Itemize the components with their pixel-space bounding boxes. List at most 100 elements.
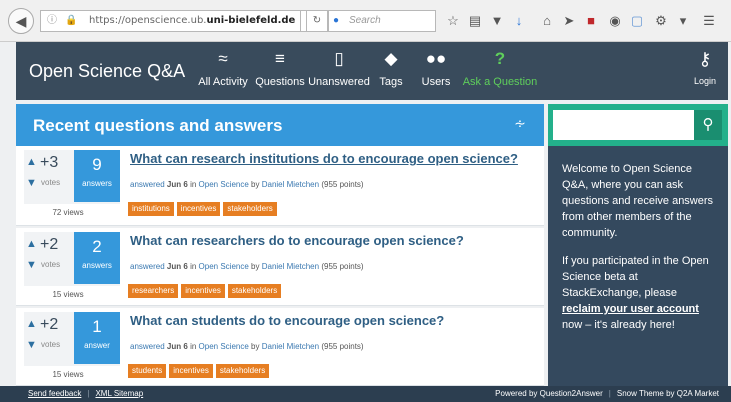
site-footer: Send feedback | XML Sitemap Powered by Que… bbox=[0, 386, 731, 402]
question-meta: answered Jun 6 in Open Science by Daniel… bbox=[130, 180, 364, 189]
browser-toolbar: ◀ ⓘ 🔒 https://openscience.ub.uni-bielefe… bbox=[0, 0, 731, 42]
vote-up-icon[interactable]: ▲ bbox=[26, 156, 37, 168]
chevron-down-icon[interactable]: ▾ bbox=[674, 13, 692, 29]
login-button[interactable]: ⚷ Login bbox=[694, 48, 716, 86]
site-logo[interactable]: Open Science Q&A bbox=[29, 61, 185, 82]
meta-action-link[interactable]: answered bbox=[130, 180, 165, 189]
send-icon[interactable]: ➤ bbox=[560, 13, 578, 29]
notes-icon[interactable]: ▢ bbox=[628, 13, 646, 29]
meta-user-link[interactable]: Daniel Mietchen bbox=[262, 262, 319, 271]
chat-bubble-icon[interactable]: ◉ bbox=[606, 13, 624, 29]
meta-by: by bbox=[251, 342, 260, 351]
tag[interactable]: incentives bbox=[181, 284, 225, 298]
meta-points: (955 points) bbox=[321, 180, 364, 189]
meta-category-link[interactable]: Open Science bbox=[199, 262, 249, 271]
browser-search-input[interactable]: ● Search bbox=[328, 10, 436, 32]
site-search-input[interactable] bbox=[553, 110, 695, 140]
tag[interactable]: stakeholders bbox=[215, 364, 270, 378]
question-title-link[interactable]: What can researchers do to encourage ope… bbox=[130, 233, 464, 248]
question-title-link[interactable]: What can research institutions do to enc… bbox=[130, 151, 518, 166]
beta-text-end: now – it's already here! bbox=[562, 319, 675, 331]
tag[interactable]: incentives bbox=[176, 202, 221, 216]
menu-icon[interactable]: ☰ bbox=[700, 13, 718, 29]
chat-icon: ▯ bbox=[334, 49, 344, 68]
meta-user-link[interactable]: Daniel Mietchen bbox=[262, 180, 319, 189]
tag[interactable]: incentives bbox=[169, 364, 213, 378]
meta-action-link[interactable]: answered bbox=[130, 262, 165, 271]
reading-list-icon[interactable]: ▤ bbox=[466, 13, 484, 29]
tag[interactable]: stakeholders bbox=[223, 202, 277, 216]
nav-label: Tags bbox=[379, 76, 403, 88]
info-icon[interactable]: ⓘ bbox=[47, 11, 57, 31]
nav-ask-question[interactable]: ? Ask a Question bbox=[462, 46, 538, 98]
nav-label: All Activity bbox=[198, 76, 248, 88]
rss-icon[interactable]: ∻ bbox=[510, 115, 530, 135]
votes-label: votes bbox=[41, 340, 61, 349]
download-icon[interactable]: ↓ bbox=[510, 13, 528, 28]
url-domain: uni-bielefeld.de bbox=[206, 15, 296, 26]
xml-sitemap-link[interactable]: XML Sitemap bbox=[95, 389, 143, 398]
tag[interactable]: institutions bbox=[128, 202, 174, 216]
vote-up-icon[interactable]: ▲ bbox=[26, 238, 37, 250]
vote-down-icon[interactable]: ▼ bbox=[26, 177, 37, 189]
login-label: Login bbox=[693, 76, 716, 86]
meta-by: by bbox=[251, 262, 260, 271]
search-engine-icon: ● bbox=[333, 15, 340, 26]
site-header: Open Science Q&A ≈ All Activity ≡ Questi… bbox=[16, 42, 728, 100]
answer-count-box: 1 answer bbox=[74, 312, 120, 364]
meta-category-link[interactable]: Open Science bbox=[199, 180, 249, 189]
users-icon: ●● bbox=[425, 49, 447, 68]
meta-category-link[interactable]: Open Science bbox=[199, 342, 249, 351]
flash-icon[interactable]: ■ bbox=[582, 13, 600, 28]
welcome-sidebar: Welcome to Open Science Q&A, where you c… bbox=[548, 146, 728, 386]
meta-by: by bbox=[251, 180, 260, 189]
question-title-link[interactable]: What can students do to encourage open s… bbox=[130, 313, 444, 328]
url-prefix: https://openscience.ub. bbox=[89, 15, 207, 26]
view-count: 72 views bbox=[52, 208, 84, 217]
nav-all-activity[interactable]: ≈ All Activity bbox=[194, 46, 252, 98]
meta-user-link[interactable]: Daniel Mietchen bbox=[262, 342, 319, 351]
search-button[interactable]: ⚲ bbox=[694, 110, 722, 140]
bookmark-star-icon[interactable]: ☆ bbox=[444, 13, 462, 29]
home-icon[interactable]: ⌂ bbox=[538, 13, 556, 28]
vote-count: +2 bbox=[40, 316, 59, 333]
send-feedback-link[interactable]: Send feedback bbox=[28, 389, 81, 398]
beta-text: If you participated in the Open Science … bbox=[562, 255, 709, 299]
answer-count: 9 bbox=[92, 155, 102, 174]
vote-down-icon[interactable]: ▼ bbox=[26, 259, 37, 271]
tag-icon: ◆ bbox=[384, 49, 398, 68]
nav-label: Unanswered bbox=[308, 76, 370, 88]
nav-unanswered[interactable]: ▯ Unanswered bbox=[308, 46, 370, 98]
reclaim-account-link[interactable]: reclaim your user account bbox=[562, 303, 699, 315]
vote-count: +3 bbox=[40, 154, 59, 171]
search-icon: ⚲ bbox=[702, 116, 714, 133]
answers-label: answer bbox=[84, 341, 110, 350]
meta-date: Jun 6 bbox=[166, 262, 188, 271]
theme-credit-link[interactable]: Snow Theme by Q2A Market bbox=[617, 389, 719, 398]
vote-count: +2 bbox=[40, 236, 59, 253]
nav-users[interactable]: ●● Users bbox=[416, 46, 456, 98]
extension-icon[interactable]: ⚙ bbox=[652, 13, 670, 29]
nav-label: Questions bbox=[255, 76, 305, 88]
meta-in: in bbox=[190, 342, 197, 351]
back-button[interactable]: ◀ bbox=[8, 8, 34, 34]
meta-action-link[interactable]: answered bbox=[130, 342, 165, 351]
answers-label: answers bbox=[82, 261, 112, 270]
answer-count-box: 9 answers bbox=[74, 150, 120, 202]
powered-by-link[interactable]: Powered by Question2Answer bbox=[495, 389, 603, 398]
view-count: 15 views bbox=[52, 370, 84, 379]
tag[interactable]: students bbox=[128, 364, 167, 378]
nav-questions[interactable]: ≡ Questions bbox=[252, 46, 308, 98]
nav-tags[interactable]: ◆ Tags bbox=[374, 46, 408, 98]
tag[interactable]: researchers bbox=[128, 284, 179, 298]
answer-count-box: 2 answers bbox=[74, 232, 120, 284]
vote-down-icon[interactable]: ▼ bbox=[26, 339, 37, 351]
footer-divider: | bbox=[87, 389, 90, 398]
pocket-icon[interactable]: ▼ bbox=[488, 13, 506, 28]
reload-icon[interactable]: ↻ bbox=[306, 10, 328, 32]
vote-up-icon[interactable]: ▲ bbox=[26, 318, 37, 330]
question-stats: ▲ ▼ +2 votes 1 answer bbox=[24, 312, 120, 366]
tag-list: students incentives stakeholders bbox=[128, 360, 272, 378]
tag[interactable]: stakeholders bbox=[227, 284, 282, 298]
meta-in: in bbox=[190, 180, 197, 189]
